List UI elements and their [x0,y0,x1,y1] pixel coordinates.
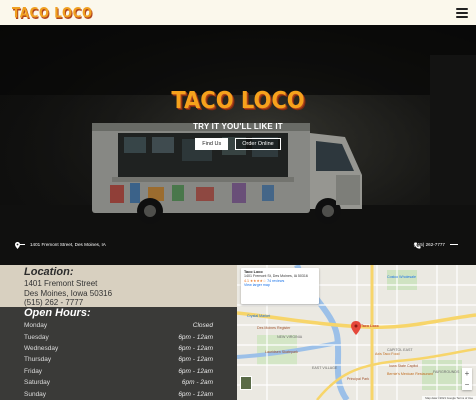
map-attribution: Map data ©2021 Google Terms of Use [422,396,476,400]
hours-row: Tuesday 6pm - 12am [24,331,213,342]
map-reviews-link[interactable]: 74 reviews [267,279,284,283]
time-label: 6pm - 12am [178,367,213,375]
time-label: Closed [192,322,213,330]
map-label: EAST VILLAGE [312,366,338,370]
map-label: Axis Taco Food [375,352,400,356]
map-place-card: Taco Loco 1401 Fremont St, Des Moines, I… [241,268,319,304]
hours-row: Thursday 6pm - 12am [24,354,213,365]
find-us-button[interactable]: Find Us [195,138,229,150]
google-map[interactable]: Taco Loco NEW VIRGINIA EAST VILLAGE CAPI… [237,265,476,400]
top-navbar: TACO LOCO [0,0,476,25]
day-label: Tuesday [24,333,49,341]
map-label: Crystal Market [247,314,270,318]
hours-list: Monday Closed Tuesday 6pm - 12am Wednesday… [24,320,213,400]
view-larger-map-link[interactable]: View larger map [244,283,316,287]
hero-address-link[interactable]: 1401 Fremont Street, Des Moines, IA [15,242,106,249]
map-pin-icon [15,242,20,249]
info-panel: Location: 1401 Fremont Street Des Moines… [0,265,237,400]
map-label: Principal Park [347,377,369,381]
hero-title: TACO LOCO [171,86,305,114]
phone-icon [414,242,421,249]
hero-tagline: TRY IT YOU'LL LIKE IT [193,122,283,131]
order-online-button[interactable]: Order Online [235,138,281,150]
time-label: 6pm - 12am [178,390,213,398]
hours-row: Friday 6pm - 12am [24,366,213,377]
day-label: Monday [24,322,48,330]
location-heading: Location: [24,266,74,278]
location-city: Des Moines, Iowa 50316 [24,288,113,298]
map-pin-label: Taco Loco [361,324,380,328]
hamburger-menu-icon[interactable] [456,7,468,19]
site-logo[interactable]: TACO LOCO [12,4,93,20]
hero-address: 1401 Fremont Street, Des Moines, IA [30,242,106,247]
separator-dash [450,244,458,245]
hours-row: Monday Closed [24,320,213,331]
day-label: Sunday [24,390,47,398]
day-label: Thursday [24,356,52,364]
time-label: 6pm - 12am [178,356,213,364]
time-label: 6pm - 12am [178,344,213,352]
zoom-in-button[interactable]: + [465,369,470,378]
map-label: Bernie's Mexican Restaurant [387,372,433,376]
map-zoom-controls: + − [462,368,472,390]
hours-heading: Open Hours: [24,307,91,319]
hours-row: Saturday 6pm - 2am [24,377,213,388]
location-section: Location: 1401 Fremont Street Des Moines… [0,265,237,307]
day-label: Wednesday [24,344,59,352]
hero-banner: TACO LOCO TRY IT YOU'LL LIKE IT Find Us … [0,25,476,265]
hero-phone-link[interactable]: (515) 262-7777 [414,242,460,249]
map-label: Costco Wholesale [387,275,416,279]
map-label: Lauridsen Skatepark [265,350,298,354]
hours-section: Open Hours: Monday Closed Tuesday 6pm - 12… [0,307,237,400]
day-label: Friday [24,367,43,375]
time-label: 6pm - 2am [181,379,213,387]
hours-row: Sunday 6pm - 12am [24,388,213,399]
map-label: NEW VIRGINIA [277,335,303,339]
satellite-toggle[interactable] [240,376,252,390]
hero-buttons: Find Us Order Online [0,138,476,150]
map-rating: 4.1 ★★★★☆ [244,278,267,283]
location-street: 1401 Fremont Street [24,279,98,288]
time-label: 6pm - 12am [178,333,213,341]
map-label: Des Moines Register [257,326,291,330]
map-label: Iowa State Capitol [389,364,418,368]
hours-row: Wednesday 6pm - 12am [24,343,213,354]
map-label: FAIRGROUNDS [433,370,460,374]
zoom-out-button[interactable]: − [465,380,470,389]
day-label: Saturday [24,379,51,387]
